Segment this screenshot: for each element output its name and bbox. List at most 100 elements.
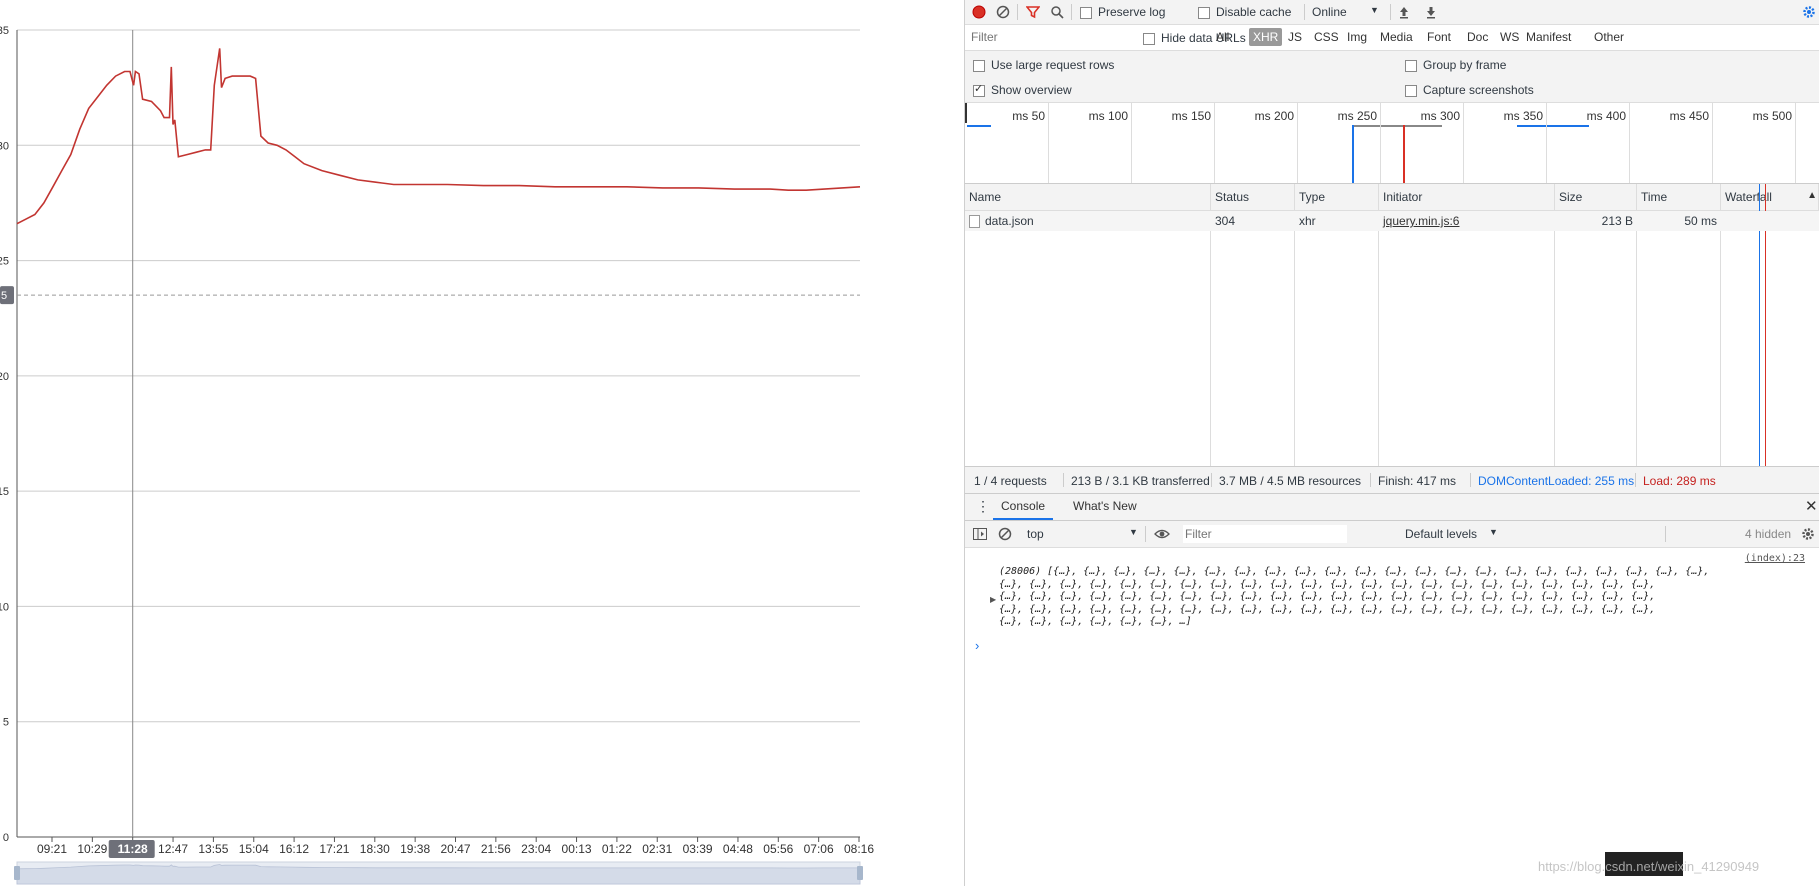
x-tick-label: 12:47	[158, 842, 188, 856]
sidebar-toggle-icon[interactable]	[971, 525, 989, 543]
filter-type-media[interactable]: Media	[1380, 28, 1413, 46]
overview-tick-label: 100 ms	[1088, 109, 1128, 123]
network-overview[interactable]: 50 ms 100 ms 150 ms 200 ms 250 ms 300 ms 350 m…	[965, 103, 1819, 184]
devtools-panel: Preserve log Disable cache Online ▼ Hide …	[965, 0, 1819, 886]
capture-screenshots-checkbox[interactable]: Capture screenshots	[1405, 83, 1534, 97]
settings-gear-icon[interactable]	[1800, 3, 1818, 21]
column-header-type[interactable]: Type	[1295, 184, 1379, 210]
preserve-log-checkbox[interactable]: Preserve log	[1080, 5, 1165, 19]
tab-console-label: Console	[1001, 499, 1046, 513]
throttling-select[interactable]: Online ▼	[1312, 5, 1379, 19]
column-header-waterfall[interactable]: Waterfall	[1721, 184, 1819, 210]
x-tick-label: 11:28	[118, 842, 148, 856]
column-divider	[1636, 210, 1637, 466]
show-overview-checkbox[interactable]: Show overview	[973, 82, 1072, 97]
reference-line-badge: 5	[0, 286, 14, 305]
table-cell: jquery.min.js:6	[1379, 211, 1555, 231]
column-header-time[interactable]: Time	[1637, 184, 1721, 210]
console-source-link[interactable]: (index):23	[1745, 553, 1805, 564]
tab-whats-new[interactable]: What's New	[1065, 494, 1145, 518]
filter-type-css[interactable]: CSS	[1314, 28, 1339, 46]
filter-type-doc[interactable]: Doc	[1467, 28, 1488, 46]
capture-screenshots-label: Capture screenshots	[1423, 83, 1534, 97]
clear-icon[interactable]	[994, 3, 1012, 21]
x-tick-label: 04:48	[723, 842, 753, 856]
filter-funnel-icon[interactable]	[1024, 3, 1042, 21]
filter-type-other[interactable]: Other	[1594, 28, 1624, 46]
tab-console[interactable]: Console	[993, 494, 1054, 520]
summary-transferred: 213 B / 3.1 KB transferred	[1071, 474, 1210, 488]
eye-icon[interactable]	[1153, 525, 1171, 543]
overview-tick-label: 200 ms	[1254, 109, 1294, 123]
column-header-size[interactable]: Size	[1555, 184, 1637, 210]
log-levels-value: Default levels	[1405, 527, 1478, 541]
overview-tick-label: 450 ms	[1669, 109, 1709, 123]
table-header: Name Status Type Initiator Size Time Waterfall…	[965, 184, 1819, 211]
chart-panel: 35 30 25 20 15 10 5 0 5 09:21 10:29 11:28 12:47 13:…	[0, 0, 964, 886]
console-log-message[interactable]: (28006) [{…}, {…}, {…}, {…}, {…}, {…}, {…	[999, 566, 1709, 629]
large-rows-checkbox[interactable]: Use large request rows	[973, 58, 1114, 72]
group-by-frame-checkbox[interactable]: Group by frame	[1405, 58, 1506, 72]
preserve-log-label: Preserve log	[1098, 5, 1166, 19]
expand-triangle-icon[interactable]: ▶	[990, 595, 996, 604]
x-tick-label: 17:21	[319, 842, 349, 856]
x-tick-label: 21:56	[481, 842, 511, 856]
x-tick-label: 13:55	[198, 842, 228, 856]
search-icon[interactable]	[1048, 3, 1066, 21]
dcl-marker	[1352, 125, 1354, 183]
summary-resources: 3.7 MB / 4.5 MB resources	[1219, 474, 1362, 488]
filter-type-js[interactable]: JS	[1288, 28, 1302, 46]
slider-handle[interactable]	[14, 866, 20, 880]
cell-name: data.json	[985, 214, 1034, 228]
hide-data-urls-checkbox[interactable]: Hide data URLs	[1143, 31, 1246, 45]
sort-ascending-icon: ▲	[1807, 190, 1817, 201]
slider-handle[interactable]	[857, 866, 863, 880]
svg-text:5: 5	[1, 290, 7, 302]
cell-type: xhr	[1299, 214, 1316, 228]
overview-tick-label: 300 ms	[1420, 109, 1460, 123]
filter-type-ws[interactable]: WS	[1500, 28, 1519, 46]
disable-cache-checkbox[interactable]: Disable cache	[1198, 5, 1291, 19]
column-divider	[1554, 210, 1555, 466]
filter-input[interactable]	[969, 28, 1133, 46]
export-har-icon[interactable]	[1422, 3, 1440, 21]
overview-gridline	[1048, 103, 1049, 183]
x-tick-label: 05:56	[763, 842, 793, 856]
column-header-initiator[interactable]: Initiator	[1379, 184, 1555, 210]
cell-initiator[interactable]: jquery.min.js:6	[1383, 214, 1459, 228]
x-tick-label: 09:21	[37, 842, 67, 856]
record-icon[interactable]	[970, 3, 988, 21]
table-cell: data.json	[965, 211, 1211, 231]
datazoom-slider[interactable]	[14, 861, 863, 885]
filter-type-font[interactable]: Font	[1427, 28, 1451, 46]
drawer-menu-icon[interactable]: ⋮	[976, 498, 990, 515]
column-header-status[interactable]: Status	[1211, 184, 1295, 210]
context-selector[interactable]: top ▼	[1027, 527, 1138, 541]
overview-gridline	[1214, 103, 1215, 183]
overview-gridline	[1380, 103, 1381, 183]
console-prompt-icon[interactable]: ›	[975, 638, 979, 653]
filter-type-img[interactable]: Img	[1347, 28, 1367, 46]
import-har-icon[interactable]	[1395, 3, 1413, 21]
cell-status: 304	[1215, 214, 1236, 228]
throttling-value: Online	[1312, 5, 1347, 19]
filter-type-xhr[interactable]: XHR	[1249, 28, 1283, 46]
series-line	[16, 48, 861, 225]
table-cell: 304	[1211, 211, 1295, 231]
console-filter-input[interactable]	[1183, 525, 1347, 543]
y-tick-label: 15	[0, 486, 9, 498]
table-row[interactable]: data.json 304 xhr jquery.min.js:6 213 B 50 ms	[965, 211, 1819, 231]
log-levels-dropdown[interactable]: Default levels ▼	[1405, 527, 1498, 541]
column-header-name[interactable]: Name	[965, 184, 1211, 210]
cell-size: 213 B	[1601, 214, 1633, 228]
hide-data-urls-label: Hide data URLs	[1161, 31, 1246, 45]
filter-type-all[interactable]: All	[1216, 28, 1229, 46]
y-tick-label: 30	[0, 140, 9, 152]
filter-type-manifest[interactable]: Manifest	[1526, 28, 1571, 46]
clear-console-icon[interactable]	[996, 525, 1014, 543]
y-tick-label: 20	[0, 371, 9, 383]
overview-tick-label: 350 ms	[1503, 109, 1543, 123]
console-settings-gear-icon[interactable]	[1799, 525, 1817, 543]
close-drawer-icon[interactable]: ✕	[1805, 497, 1818, 515]
y-tick-label: 25	[0, 256, 9, 268]
